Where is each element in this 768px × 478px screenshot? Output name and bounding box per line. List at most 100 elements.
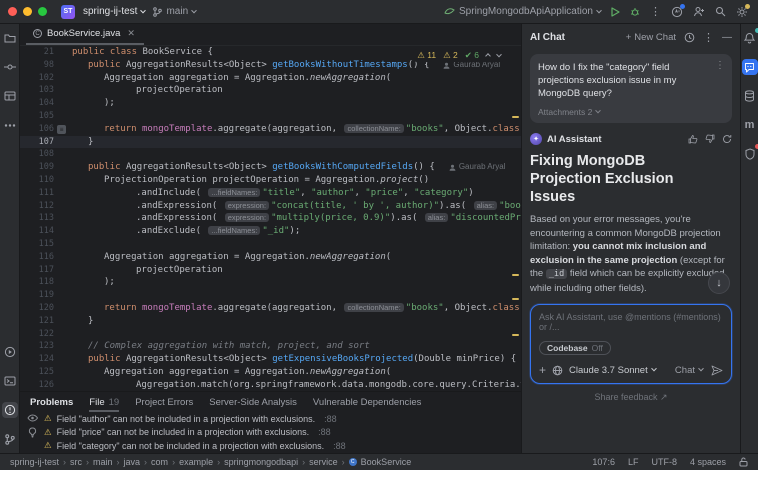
code-editor[interactable]: 21public class BookService {98public Agg…	[20, 46, 521, 391]
code-line[interactable]: 114.andExclude( ...fieldNames:"_id");	[20, 225, 521, 238]
breadcrumb-item[interactable]: src	[70, 457, 82, 467]
code-line[interactable]: 115	[20, 238, 521, 251]
quick-fix-bulb-icon[interactable]	[28, 427, 37, 438]
code-line[interactable]: 112.andExpression( expression:"concat(ti…	[20, 200, 521, 213]
breadcrumb-item[interactable]: example	[179, 457, 213, 467]
mode-selector[interactable]: Chat	[675, 365, 703, 376]
run-configuration-selector[interactable]: SpringMongodbApiApplication	[444, 6, 601, 17]
debug-button[interactable]	[630, 7, 640, 17]
code-line[interactable]: 123// Complex aggregation with match, pr…	[20, 340, 521, 353]
breadcrumb-item[interactable]: main	[93, 457, 113, 467]
chat-messages[interactable]: How do I fix the "category" field projec…	[522, 50, 740, 300]
branch-selector[interactable]: main	[153, 6, 196, 17]
problem-row[interactable]: ⚠Field "author" can not be included in a…	[44, 412, 521, 426]
scroll-to-bottom-button[interactable]: ↓	[708, 272, 730, 294]
gutter-action-icon[interactable]: ≡	[57, 125, 66, 134]
code-line[interactable]: 105	[20, 110, 521, 123]
problem-row[interactable]: ⚠Field "category" can not be included in…	[44, 439, 521, 453]
notifications-button[interactable]	[742, 30, 758, 46]
regenerate-icon[interactable]	[722, 134, 732, 144]
code-line[interactable]: 117projectOperation	[20, 264, 521, 277]
ai-chat-tool-button[interactable]	[742, 59, 758, 75]
line-ending[interactable]: LF	[628, 457, 639, 467]
problems-tab-project-errors[interactable]: Project Errors	[135, 392, 193, 412]
dependency-checker-button[interactable]	[742, 146, 758, 162]
chat-input-box[interactable]: Ask AI Assistant, use @mentions (#mentio…	[530, 304, 732, 384]
code-line[interactable]: 102Aggregation aggregation = Aggregation…	[20, 72, 521, 85]
search-everywhere-button[interactable]	[715, 6, 726, 17]
thumbs-up-icon[interactable]	[688, 134, 698, 144]
thumbs-down-icon[interactable]	[705, 134, 715, 144]
code-line[interactable]: 104);	[20, 97, 521, 110]
code-line[interactable]: 109public AggregationResults<Object> get…	[20, 161, 521, 174]
code-line[interactable]: 107}	[20, 136, 521, 149]
problems-tool-button[interactable]	[2, 402, 18, 418]
inspections-widget[interactable]: ⚠ 11 ⚠ 2 ✔ 6	[413, 49, 505, 62]
hide-panel-button[interactable]: —	[722, 32, 732, 43]
code-line[interactable]: 118);	[20, 276, 521, 289]
problems-tab-file[interactable]: File19	[89, 392, 119, 412]
database-tool-button[interactable]	[742, 88, 758, 104]
code-line[interactable]: 116Aggregation aggregation = Aggregation…	[20, 251, 521, 264]
breadcrumb-item[interactable]: spring-ij-test	[10, 457, 59, 467]
code-line[interactable]: 126Aggregation.match(org.springframework…	[20, 379, 521, 391]
run-more-menu[interactable]: ⋮	[650, 5, 661, 18]
terminal-tool-button[interactable]	[2, 373, 18, 389]
run-tool-button[interactable]	[2, 344, 18, 360]
file-encoding[interactable]: UTF-8	[651, 457, 677, 467]
model-selector[interactable]: Claude 3.7 Sonnet	[569, 365, 656, 376]
codebase-toggle[interactable]: CodebaseOff	[539, 341, 611, 355]
add-attachment-button[interactable]: +	[539, 363, 546, 377]
run-button[interactable]	[611, 7, 620, 17]
project-selector[interactable]: spring-ij-test	[83, 6, 145, 17]
breadcrumb-item[interactable]: service	[309, 457, 338, 467]
chat-more-menu[interactable]: ⋮	[703, 31, 714, 44]
minimize-window-button[interactable]	[23, 7, 32, 16]
new-chat-button[interactable]: + New Chat	[626, 32, 676, 43]
problems-tab-vulnerable-dependencies[interactable]: Vulnerable Dependencies	[313, 392, 421, 412]
code-line[interactable]: 125Aggregation aggregation = Aggregation…	[20, 366, 521, 379]
window-controls[interactable]	[8, 7, 47, 16]
tab-bookservice[interactable]: C BookService.java ✕	[26, 28, 144, 45]
scrollbar-warning-mark[interactable]	[512, 116, 519, 118]
share-feedback-link[interactable]: Share feedback ↗	[522, 392, 740, 403]
send-icon[interactable]	[711, 365, 723, 376]
scrollbar-warning-mark[interactable]	[512, 274, 519, 276]
maximize-window-button[interactable]	[38, 7, 47, 16]
code-line[interactable]: 108	[20, 148, 521, 161]
structure-tool-button[interactable]	[2, 88, 18, 104]
project-tool-button[interactable]	[2, 30, 18, 46]
code-line[interactable]: 122	[20, 328, 521, 341]
breadcrumb-item[interactable]: springmongodbapi	[224, 457, 298, 467]
indent-setting[interactable]: 4 spaces	[690, 457, 726, 467]
breadcrumb-item[interactable]: CBookService	[349, 457, 412, 467]
commit-tool-button[interactable]	[2, 59, 18, 75]
code-line[interactable]: 124public AggregationResults<Object> get…	[20, 353, 521, 366]
ai-assistant-toolbar-button[interactable]	[671, 6, 683, 18]
git-tool-button[interactable]	[2, 431, 18, 447]
code-line[interactable]: 113.andExpression( expression:"multiply(…	[20, 212, 521, 225]
next-problem-icon[interactable]	[496, 51, 502, 57]
history-clock-icon[interactable]	[684, 32, 695, 43]
code-line[interactable]: 103projectOperation	[20, 84, 521, 97]
breadcrumb-item[interactable]: java	[124, 457, 141, 467]
scrollbar-warning-mark[interactable]	[512, 298, 519, 300]
code-line[interactable]: 119	[20, 289, 521, 302]
problem-row[interactable]: ⚠Field "price" can not be included in a …	[44, 426, 521, 440]
code-line[interactable]: 120return mongoTemplate.aggregate(aggreg…	[20, 302, 521, 315]
code-line[interactable]: 106≡return mongoTemplate.aggregate(aggre…	[20, 123, 521, 136]
code-line[interactable]: 111.andInclude( ...fieldNames:"title", "…	[20, 187, 521, 200]
maven-tool-button[interactable]: m	[742, 117, 758, 133]
prev-problem-icon[interactable]	[485, 53, 491, 59]
close-tab-icon[interactable]: ✕	[127, 28, 135, 39]
caret-position[interactable]: 107:6	[592, 457, 615, 467]
unlock-icon[interactable]	[739, 457, 748, 467]
web-access-globe-icon[interactable]	[552, 365, 563, 376]
view-options-eye-icon[interactable]	[27, 414, 38, 422]
code-line[interactable]: 110ProjectionOperation projectOperation …	[20, 174, 521, 187]
attachments-toggle[interactable]: Attachments 2	[538, 107, 724, 117]
code-with-me-button[interactable]	[693, 6, 705, 17]
problems-tab-server-side-analysis[interactable]: Server-Side Analysis	[209, 392, 297, 412]
chat-input-placeholder[interactable]: Ask AI Assistant, use @mentions (#mentio…	[539, 312, 723, 332]
message-more-menu[interactable]: ⋮	[715, 60, 725, 71]
